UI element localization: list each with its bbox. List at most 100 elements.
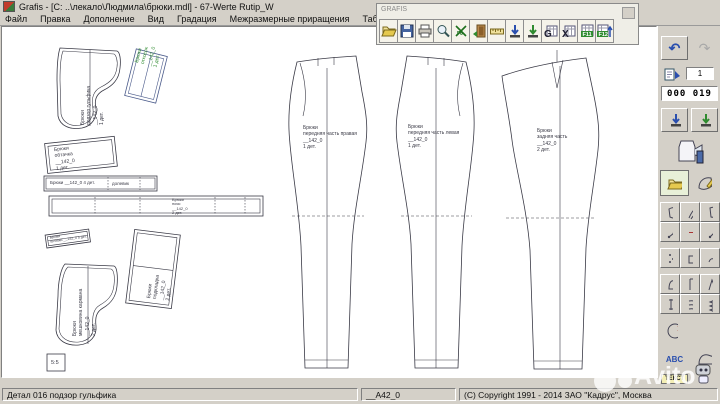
import-green-button[interactable]: [523, 19, 542, 43]
open-folder-icon: [381, 23, 397, 39]
contour-icon: [667, 205, 673, 220]
tool-stack-button[interactable]: [700, 294, 720, 314]
app-icon: [3, 1, 15, 12]
dart-icon: [707, 277, 713, 292]
g-table-button[interactable]: G: [541, 19, 560, 43]
fill-jug-icon[interactable]: [670, 136, 710, 168]
undo-icon: ↶: [669, 40, 681, 57]
open-button[interactable]: [379, 19, 398, 43]
status-code: __A42_0: [361, 388, 456, 401]
curves-icon: [687, 205, 693, 220]
menu-edit[interactable]: Правка: [40, 14, 70, 24]
tool-cross-button[interactable]: [680, 222, 700, 242]
menu-extras[interactable]: Дополнение: [84, 14, 135, 24]
cross-icon: [687, 225, 693, 240]
hatch-icon: [687, 297, 693, 312]
grafis-toolbar-window[interactable]: GRAFIS F6 G X F11 F12: [376, 3, 639, 45]
delete-piece-button[interactable]: [660, 320, 684, 342]
redo-icon: ↷: [699, 40, 711, 57]
insert-green-button[interactable]: [691, 108, 718, 132]
tool-pieces-button[interactable]: [660, 274, 680, 294]
piece-waistband-short[interactable]: [44, 176, 157, 191]
abc-label: ABC: [666, 355, 683, 364]
magnifier-icon: [435, 23, 451, 39]
g-table-icon: G: [543, 23, 559, 39]
piece-count-value[interactable]: 1: [686, 67, 714, 80]
pattern-canvas[interactable]: [1, 26, 657, 378]
status-copyright: (C) Copyright 1991 - 2014 ЗАО "Кадрус", …: [459, 388, 718, 401]
svg-text:F11: F11: [582, 32, 591, 38]
tool-curves-button[interactable]: [680, 202, 700, 222]
tool-dart-button[interactable]: [700, 274, 720, 294]
svg-text:X: X: [562, 29, 569, 39]
f12-table-button[interactable]: F12: [595, 19, 614, 43]
zoom-button[interactable]: [433, 19, 452, 43]
menu-size-increments[interactable]: Межразмерные приращения: [230, 14, 350, 24]
window-gap: [0, 378, 720, 386]
f11-table-icon: F11: [579, 23, 595, 39]
circle-x-icon: [666, 322, 678, 340]
measure-icon: [667, 297, 673, 312]
menu-file[interactable]: Файл: [5, 14, 27, 24]
curve-icon: [707, 251, 713, 266]
pleats-icon: [687, 277, 693, 292]
undo-button[interactable]: ↶: [661, 36, 688, 60]
open-folder-icon: [667, 176, 682, 191]
tool-line-button[interactable]: [700, 222, 720, 242]
piece-front-left[interactable]: [396, 56, 474, 368]
piece-belt-loops[interactable]: [45, 229, 90, 248]
piece-facing-small[interactable]: [45, 136, 118, 173]
piece-pocket-rect[interactable]: [126, 229, 181, 308]
tool-points-button[interactable]: [660, 248, 680, 268]
x-table-button[interactable]: X: [559, 19, 578, 43]
shapes-icon: [687, 251, 693, 266]
menu-view[interactable]: Вид: [148, 14, 164, 24]
window-title: Grafis - [C: ..\лекало\Людмила\брюки.mdl…: [19, 2, 274, 12]
print-button[interactable]: [415, 19, 434, 43]
arrow-down-green-icon: [698, 112, 711, 128]
redo-button[interactable]: ↷: [691, 36, 718, 60]
status-detail: Детал 016 подзор гульфика: [2, 388, 358, 401]
abc-text-button[interactable]: ABC: [660, 348, 689, 370]
tekst-button[interactable]: ТЕКСТ: [661, 374, 688, 384]
insert-blue-button[interactable]: [661, 108, 688, 132]
svg-text:G: G: [544, 29, 552, 39]
close-icon[interactable]: [622, 7, 635, 19]
piece-fly-shield[interactable]: [57, 48, 120, 129]
tool-shapes-button[interactable]: [680, 248, 700, 268]
tool-hatch-button[interactable]: [680, 294, 700, 314]
record-number-display: 000 019: [661, 86, 718, 101]
tool-sidebar: ↶ ↷ 1 000 019 ABC ТЕКСТ: [657, 26, 720, 378]
tool-measure-button[interactable]: [660, 294, 680, 314]
measure-button[interactable]: [487, 19, 506, 43]
tool-piece-move-button[interactable]: [700, 202, 720, 222]
piece-back[interactable]: [502, 50, 599, 369]
tool-contour-button[interactable]: [660, 202, 680, 222]
piece-count-icon: [662, 66, 684, 82]
menu-grading[interactable]: Градация: [177, 14, 217, 24]
status-bar: Детал 016 подзор гульфика __A42_0 (C) Co…: [0, 386, 720, 404]
exit-door-button[interactable]: [469, 19, 488, 43]
polyline-icon: [667, 225, 673, 240]
piece-front-right[interactable]: [289, 56, 367, 368]
tool-polyline-button[interactable]: [660, 222, 680, 242]
edit-piece-button[interactable]: [691, 170, 718, 196]
line-icon: [707, 225, 713, 240]
stack-icon: [707, 297, 713, 312]
mouse-icon: [688, 360, 718, 386]
f6-divide-button[interactable]: F6: [451, 19, 470, 43]
piece-pocket-bag[interactable]: [56, 264, 117, 345]
arrow-down-green-icon: [525, 23, 541, 39]
open-model-button[interactable]: [660, 170, 689, 196]
piece-waistband-long[interactable]: [49, 196, 263, 216]
tool-curve-button[interactable]: [700, 248, 720, 268]
x-table-icon: X: [561, 23, 577, 39]
tool-pleats-button[interactable]: [680, 274, 700, 294]
import-blue-button[interactable]: [505, 19, 524, 43]
save-button[interactable]: [397, 19, 416, 43]
f11-table-button[interactable]: F11: [577, 19, 596, 43]
save-floppy-icon: [399, 23, 415, 39]
points-icon: [667, 251, 673, 266]
ruler-icon: [489, 23, 505, 39]
piece-fly-facing-selected[interactable]: [125, 49, 168, 103]
